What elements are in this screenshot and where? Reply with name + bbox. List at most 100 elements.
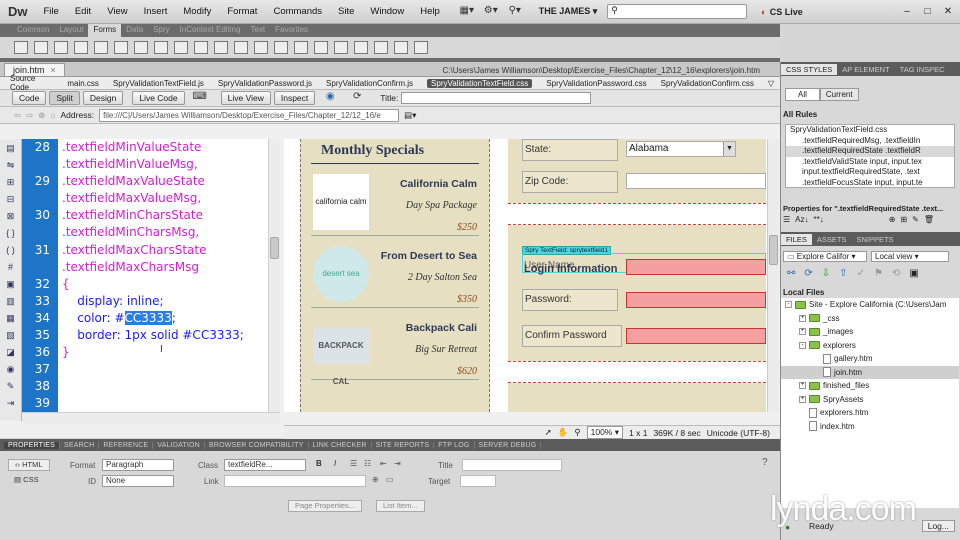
hand-tool-icon[interactable]: ✋ — [558, 427, 569, 438]
css-rule[interactable]: .textfieldValidState input, input.tex — [786, 157, 954, 168]
css-rule[interactable]: .textfieldRequiredMsg, .textfieldIn — [786, 136, 954, 147]
file-tree-item[interactable]: + _images — [781, 325, 959, 339]
stop-icon[interactable]: ⊗ — [38, 110, 45, 121]
css-rules-tree[interactable]: SpryValidationTextField.css .textfieldReq… — [785, 124, 955, 188]
wrap-tag-icon[interactable]: ◪ — [4, 347, 18, 359]
code-horizontal-scrollbar[interactable] — [22, 412, 280, 424]
insert-tab-text[interactable]: Text — [245, 24, 270, 37]
insert-tab-data[interactable]: Data — [121, 24, 148, 37]
insert-hidden-field-icon[interactable] — [54, 41, 68, 54]
file-tree-item[interactable]: + _css — [781, 312, 959, 326]
check-in-icon[interactable]: ⚑ — [874, 268, 883, 279]
split-view-button[interactable]: Split — [49, 91, 80, 105]
menu-file[interactable]: File — [36, 6, 67, 17]
current-mode-button[interactable]: Current — [819, 88, 859, 101]
show-alpha-icon[interactable]: Az↓ — [795, 215, 808, 224]
related-file-2[interactable]: SpryValidationTextField.js — [113, 79, 204, 88]
props-tab-reference[interactable]: REFERENCE — [99, 441, 154, 449]
related-file-3[interactable]: SpryValidationPassword.js — [218, 79, 312, 88]
maximize-icon[interactable]: □ — [921, 6, 933, 17]
apply-comment-icon[interactable]: ▦ — [4, 313, 18, 325]
select-parent-tag-icon[interactable]: { } — [4, 228, 18, 240]
file-tree-item[interactable]: join.htm — [781, 365, 959, 379]
highlight-invalid-icon[interactable]: ▣ — [4, 279, 18, 291]
syntax-error-icon[interactable]: ▥ — [4, 296, 18, 308]
menu-commands[interactable]: Commands — [265, 6, 330, 17]
insert-spry-select-icon[interactable] — [354, 41, 368, 54]
expand-toggle-icon[interactable]: + — [799, 314, 806, 322]
insert-spry-radio-group-icon[interactable] — [414, 41, 428, 54]
props-tab-server-debug[interactable]: SERVER DEBUG — [475, 441, 542, 449]
move-css-icon[interactable]: ✎ — [4, 381, 18, 393]
insert-spry-confirm-icon[interactable] — [394, 41, 408, 54]
expand-toggle-icon[interactable]: + — [799, 382, 806, 390]
code-editor[interactable]: .textfieldMinValueState .textfieldMinValu… — [58, 139, 268, 412]
insert-spry-text-field-icon[interactable] — [294, 41, 308, 54]
css-rule[interactable]: SpryValidationTextField.css — [786, 125, 954, 136]
browser-preview-icon[interactable]: ◉ — [321, 91, 339, 105]
insert-list-menu-icon[interactable] — [154, 41, 168, 54]
forward-icon[interactable]: ⇨ — [26, 110, 33, 121]
show-set-icon[interactable]: **↓ — [814, 215, 824, 224]
back-icon[interactable]: ⇦ — [14, 110, 21, 121]
cs-live-button[interactable]: ◐ CS Live — [761, 7, 802, 17]
design-view-button[interactable]: Design — [82, 91, 124, 105]
inspect-button[interactable]: Inspect — [273, 91, 316, 105]
files-tab-snippets[interactable]: SNIPPETS — [851, 234, 898, 245]
file-tree-item[interactable]: explorers.htm — [781, 406, 959, 420]
insert-tab-layout[interactable]: Layout — [54, 24, 88, 37]
insert-text-field-icon[interactable] — [34, 41, 48, 54]
format-select[interactable]: Paragraph — [102, 459, 174, 471]
title-input[interactable] — [401, 92, 592, 104]
file-tree-item[interactable]: index.htm — [781, 420, 959, 434]
design-scroll-thumb[interactable] — [769, 235, 778, 265]
minimize-icon[interactable]: – — [901, 6, 913, 17]
address-options-icon[interactable]: ▤▾ — [404, 110, 416, 121]
refresh-icon[interactable]: ⟳ — [804, 268, 812, 279]
site-select[interactable]: ▭ Explore Califor ▾ — [783, 251, 867, 262]
balance-braces-icon[interactable]: ( ) — [4, 245, 18, 257]
insert-label-icon[interactable] — [254, 41, 268, 54]
zip-input[interactable] — [626, 173, 766, 189]
expand-toggle-icon[interactable]: - — [785, 301, 792, 309]
address-input[interactable]: file:///C|/Users/James Williamson/Deskto… — [99, 108, 400, 122]
props-tab-ftp-log[interactable]: FTP LOG — [434, 441, 475, 449]
state-select[interactable]: Alabama ▼ — [626, 141, 736, 157]
connect-icon[interactable]: ⚯ — [787, 268, 795, 279]
select-tool-icon[interactable]: ➚ — [545, 427, 552, 438]
insert-tab-incontext-editing[interactable]: InContext Editing — [175, 24, 246, 37]
window-size[interactable]: 1 x 1 — [629, 428, 647, 438]
files-tab-assets[interactable]: ASSETS — [812, 234, 852, 245]
props-tab-browser-compatibility[interactable]: BROWSER COMPATIBILITY — [205, 441, 309, 449]
sync-icon[interactable]: ⟲ — [892, 268, 900, 279]
file-tree-item[interactable]: gallery.htm — [781, 352, 959, 366]
menu-site[interactable]: Site — [330, 6, 362, 17]
insert-file-field-icon[interactable] — [214, 41, 228, 54]
code-scrollbar[interactable] — [268, 139, 280, 412]
all-mode-button[interactable]: All — [785, 88, 820, 101]
menu-help[interactable]: Help — [412, 6, 448, 17]
view-select[interactable]: Local view ▾ — [871, 251, 949, 262]
css-tab-2[interactable]: TAG INSPEC — [895, 64, 950, 75]
css-mode-button[interactable]: ▤ CSS — [8, 475, 45, 487]
insert-jump-menu-icon[interactable] — [174, 41, 188, 54]
expand-toggle-icon[interactable]: + — [799, 328, 806, 336]
menu-edit[interactable]: Edit — [67, 6, 99, 17]
insert-tab-common[interactable]: Common — [12, 24, 54, 37]
recent-snippets-icon[interactable]: ◉ — [4, 364, 18, 376]
check-out-icon[interactable]: ✓ — [857, 268, 865, 279]
related-file-1[interactable]: main.css — [67, 79, 99, 88]
files-tab-files[interactable]: FILES — [781, 233, 812, 245]
open-documents-icon[interactable]: ▤ — [4, 143, 18, 155]
insert-radio-button-icon[interactable] — [114, 41, 128, 54]
related-file-4[interactable]: SpryValidationConfirm.js — [326, 79, 413, 88]
collapse-tag-icon[interactable]: ⊞ — [4, 177, 18, 189]
insert-image-field-icon[interactable] — [194, 41, 208, 54]
indent-icon[interactable]: ⇥ — [394, 459, 401, 468]
menu-insert[interactable]: Insert — [136, 6, 176, 17]
refresh-icon[interactable]: ⟳ — [348, 91, 366, 105]
help-icon[interactable]: ? — [762, 457, 768, 468]
italic-button[interactable]: I — [334, 459, 336, 468]
remove-comment-icon[interactable]: ▧ — [4, 330, 18, 342]
title-prop-input[interactable] — [462, 459, 562, 471]
